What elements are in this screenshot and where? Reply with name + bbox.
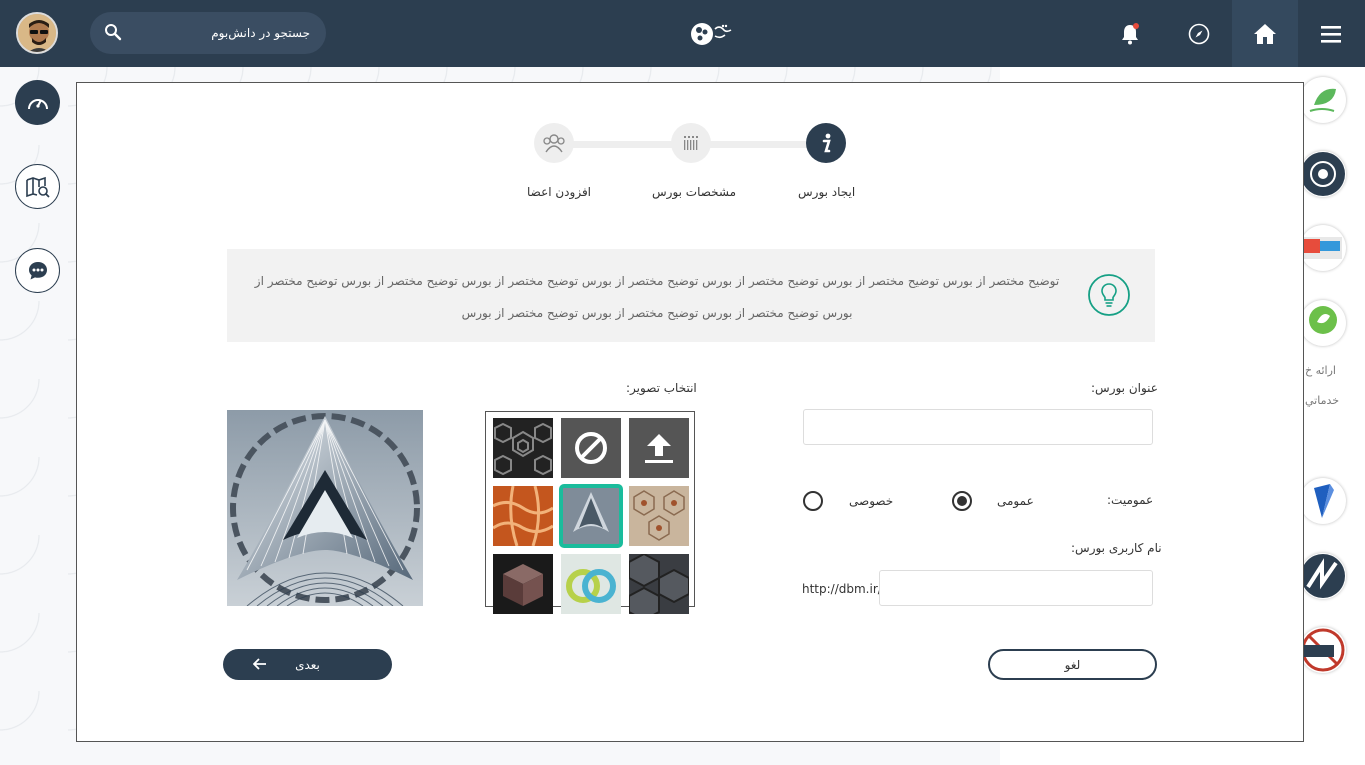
cancel-button[interactable]: لغو [988, 649, 1157, 680]
public-label: عمومی [997, 494, 1034, 508]
barcode-icon [684, 136, 698, 150]
search-icon[interactable] [104, 23, 122, 41]
compass-icon[interactable] [1176, 0, 1221, 67]
step-details[interactable] [671, 123, 711, 163]
step-members[interactable] [534, 123, 574, 163]
speedometer-icon [27, 98, 48, 109]
private-radio[interactable] [803, 491, 823, 511]
next-button[interactable]: بعدی [223, 649, 392, 680]
private-label: خصوصی [849, 494, 894, 508]
notification-bell-icon[interactable] [1110, 0, 1150, 67]
info-icon [822, 133, 831, 153]
image-preview [227, 410, 423, 606]
map-search-icon [25, 176, 50, 198]
lightbulb-icon [1088, 274, 1130, 316]
org-logo-5[interactable] [1300, 478, 1346, 524]
step-members-label: افزودن اعضا [527, 185, 592, 199]
image-option-cube[interactable] [493, 554, 553, 614]
chat-icon [28, 261, 47, 279]
org-logo-7[interactable] [1300, 627, 1346, 673]
chat-button[interactable] [15, 248, 60, 293]
step-create[interactable] [806, 123, 846, 163]
image-option-dark-hex[interactable] [629, 554, 689, 614]
image-option-glass[interactable] [561, 554, 621, 614]
image-option-orange[interactable] [493, 486, 553, 546]
image-chooser-label: انتخاب تصویر: [626, 381, 697, 395]
menu-icon[interactable] [1298, 0, 1365, 67]
create-exchange-modal: ایجاد بورس مشخصات بورس افزودن اعضا توضیح… [76, 82, 1304, 742]
users-icon [543, 134, 565, 153]
username-label: نام کاربری بورس: [1071, 541, 1162, 555]
image-option-selected[interactable] [559, 484, 623, 548]
upload-image-option[interactable] [629, 418, 689, 478]
home-icon[interactable] [1232, 0, 1298, 67]
no-image-option[interactable] [561, 418, 621, 478]
ban-icon [575, 432, 607, 464]
step-create-label: ایجاد بورس [798, 185, 856, 199]
org-text-1: ارائه خ [1305, 364, 1336, 377]
title-label: عنوان بورس: [1091, 381, 1158, 395]
search-bar[interactable] [90, 12, 326, 54]
site-logo[interactable] [686, 0, 736, 67]
next-button-label: بعدی [295, 657, 320, 672]
public-radio[interactable] [952, 491, 972, 511]
image-option-pattern[interactable] [629, 486, 689, 546]
org-text-2: خدماتي [1305, 394, 1340, 407]
org-logo-2[interactable] [1300, 151, 1346, 197]
info-box: توضیح مختصر از بورس توضیح مختصر از بورس … [227, 249, 1155, 342]
step-details-label: مشخصات بورس [652, 185, 737, 199]
info-text: توضیح مختصر از بورس توضیح مختصر از بورس … [254, 274, 1060, 320]
cancel-button-label: لغو [1064, 657, 1081, 672]
image-option-hexagons[interactable] [493, 418, 553, 478]
title-input[interactable] [803, 409, 1153, 445]
image-grid [485, 411, 695, 614]
dashboard-button[interactable] [15, 80, 60, 125]
upload-icon [645, 434, 673, 463]
search-input[interactable] [120, 26, 310, 40]
username-input[interactable] [879, 570, 1153, 606]
map-search-button[interactable] [15, 164, 60, 209]
org-logo-6[interactable] [1300, 553, 1346, 599]
org-logo-1[interactable] [1300, 77, 1346, 123]
avatar[interactable] [16, 12, 58, 54]
org-logo-3[interactable] [1300, 225, 1346, 271]
visibility-label: عمومیت: [1107, 493, 1154, 507]
arrow-left-icon [253, 658, 266, 670]
url-prefix: http://dbm.ir/ [802, 582, 882, 596]
org-logo-4[interactable] [1300, 300, 1346, 346]
